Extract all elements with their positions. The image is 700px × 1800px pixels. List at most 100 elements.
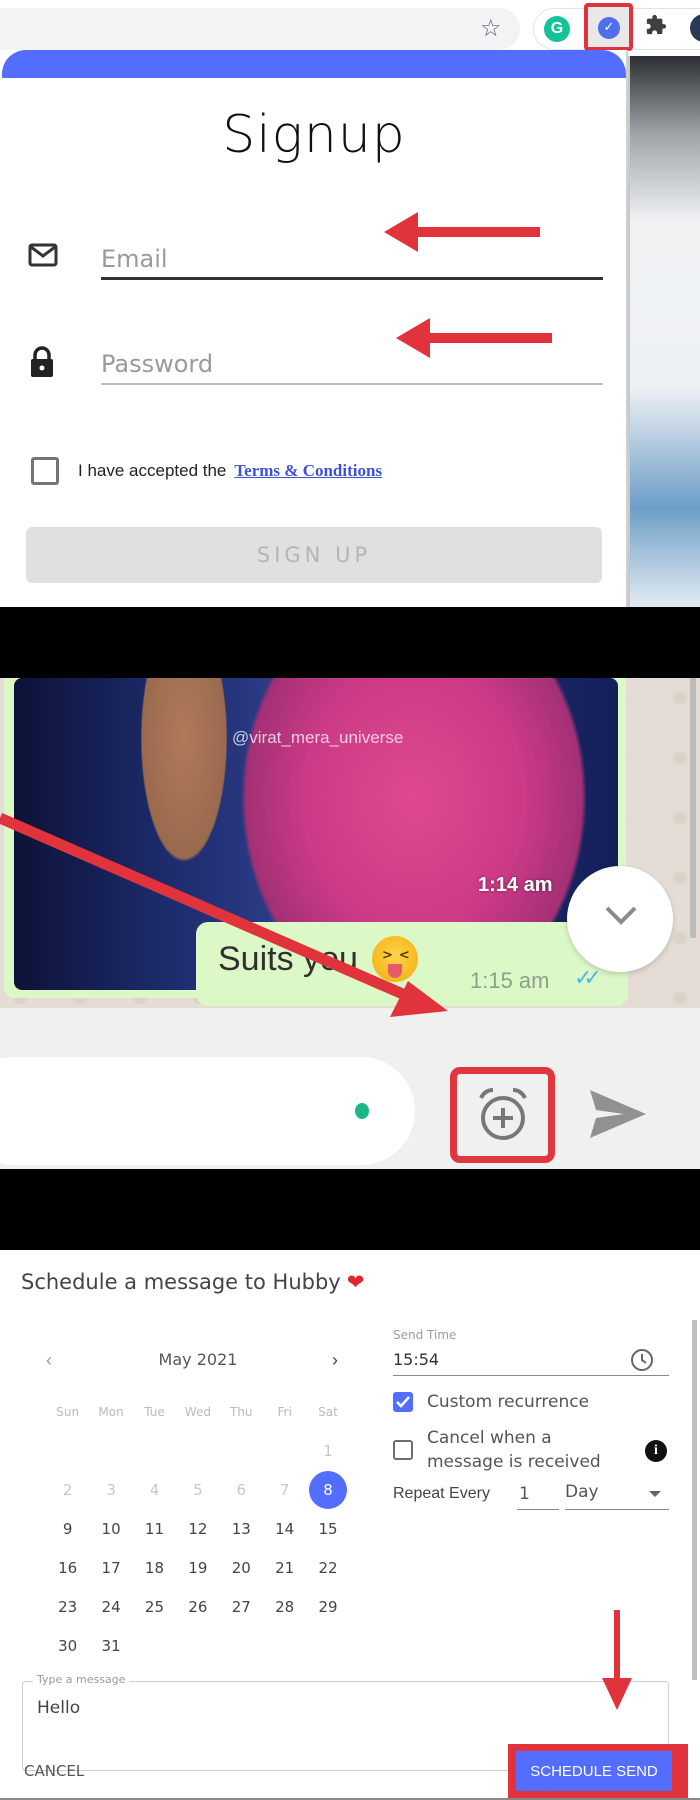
alarm-plus-icon xyxy=(479,1088,527,1140)
dialog-title-text: Schedule a message to Hubby xyxy=(21,1270,341,1294)
cancel-button[interactable]: CANCEL xyxy=(24,1762,84,1780)
read-ticks-icon: ✓✓ xyxy=(574,966,602,991)
calendar-day[interactable]: 22 xyxy=(306,1559,349,1577)
clock-icon[interactable] xyxy=(630,1348,654,1372)
send-time-field[interactable]: 15:54 xyxy=(393,1346,669,1376)
send-time-value[interactable]: 15:54 xyxy=(393,1350,439,1369)
cancel-on-reply-label: Cancel when a message is received xyxy=(427,1428,601,1472)
calendar-day[interactable]: 24 xyxy=(89,1598,132,1616)
repeat-unit-value: Day xyxy=(565,1482,599,1502)
signup-title: Signup xyxy=(222,105,406,165)
send-icon[interactable] xyxy=(588,1088,648,1140)
calendar-day: 7 xyxy=(279,1480,290,1499)
cancel-on-reply-checkbox[interactable] xyxy=(393,1440,413,1460)
scheduler-extension-icon[interactable]: ✓ xyxy=(598,17,620,39)
schedule-dialog: Schedule a message to Hubby ❤ ‹ May 2021 … xyxy=(0,1250,700,1800)
calendar-week-row: 23 24 25 26 27 28 29 xyxy=(46,1587,350,1626)
calendar-weekday: Thu xyxy=(229,1404,253,1419)
send-time-label: Send Time xyxy=(393,1328,457,1342)
calendar-day[interactable]: 21 xyxy=(263,1559,306,1577)
custom-recurrence-option[interactable]: Custom recurrence xyxy=(393,1390,589,1414)
calendar-day[interactable]: 27 xyxy=(220,1598,263,1616)
calendar-weekday: Sat xyxy=(318,1404,338,1419)
repeat-every-label: Repeat Every xyxy=(393,1485,490,1502)
info-icon[interactable]: i xyxy=(645,1440,667,1462)
browser-toolbar: ☆ G ✓ xyxy=(0,0,700,56)
terms-row: I have accepted the Terms & Conditions xyxy=(31,455,382,487)
terms-label: I have accepted the xyxy=(78,461,227,480)
terms-link[interactable]: Terms & Conditions xyxy=(234,461,382,481)
calendar-day[interactable]: 17 xyxy=(89,1559,132,1577)
schedule-send-button[interactable]: SCHEDULE SEND xyxy=(516,1751,672,1791)
chat-scrollbar[interactable] xyxy=(690,678,696,938)
message-textarea-label: Type a message xyxy=(33,1673,130,1686)
calendar-day[interactable]: 20 xyxy=(220,1559,263,1577)
calendar-day[interactable]: 19 xyxy=(176,1559,219,1577)
calendar-day: 5 xyxy=(193,1480,203,1499)
annotation-arrow-schedule xyxy=(0,812,448,1017)
calendar-week-row: 16 17 18 19 20 21 22 xyxy=(46,1548,350,1587)
annotation-arrow-password xyxy=(396,318,552,358)
signup-popup: Signup I have accepted the Terms & Condi… xyxy=(0,50,628,607)
popup-header-bar xyxy=(2,50,626,78)
grammarly-extension-icon[interactable]: G xyxy=(544,16,570,42)
bookmark-star-icon[interactable]: ☆ xyxy=(480,13,502,43)
calendar-day[interactable]: 28 xyxy=(263,1598,306,1616)
calendar-weekday-row: Sun Mon Tue Wed Thu Fri Sat xyxy=(46,1392,350,1431)
calendar-day: 2 xyxy=(62,1480,73,1499)
calendar-weekday: Sun xyxy=(56,1404,80,1419)
calendar-day[interactable]: 10 xyxy=(89,1520,132,1538)
calendar-week-row: 2 3 4 5 6 78 xyxy=(46,1470,350,1509)
calendar-week-row: 9 10 11 12 13 14 15 xyxy=(46,1509,350,1548)
calendar-day[interactable]: 16 xyxy=(46,1559,89,1577)
schedule-message-button[interactable] xyxy=(450,1067,555,1163)
status-dot xyxy=(355,1103,369,1119)
annotation-arrow-schedule-send xyxy=(602,1610,632,1710)
calendar-day[interactable]: 14 xyxy=(263,1520,306,1538)
photo-watermark: @virat_mera_universe xyxy=(232,728,404,747)
image-message-time: 1:14 am xyxy=(478,874,553,896)
calendar-day: 3 xyxy=(106,1480,116,1499)
browser-signup-panel: ☆ G ✓ Signup Email I have accepted the T… xyxy=(0,0,700,607)
address-bar[interactable] xyxy=(0,8,520,50)
message-input[interactable] xyxy=(37,1698,637,1718)
repeat-unit-select[interactable]: Day xyxy=(565,1478,669,1510)
lock-icon xyxy=(28,345,56,383)
calendar-day[interactable]: 30 xyxy=(46,1637,89,1655)
calendar-day[interactable]: 31 xyxy=(89,1637,132,1655)
calendar-day[interactable]: 29 xyxy=(306,1598,349,1616)
mail-icon xyxy=(28,242,58,272)
calendar-week-row: 30 31 xyxy=(46,1626,350,1665)
calendar-day[interactable]: 15 xyxy=(306,1520,349,1538)
calendar-day[interactable]: 13 xyxy=(220,1520,263,1538)
custom-recurrence-checkbox[interactable] xyxy=(393,1392,413,1412)
dialog-title: Schedule a message to Hubby ❤ xyxy=(21,1270,364,1294)
extensions-puzzle-icon[interactable] xyxy=(645,14,667,44)
scroll-down-button[interactable] xyxy=(567,866,673,972)
chevron-down-icon xyxy=(605,906,637,925)
calendar-day[interactable]: 18 xyxy=(133,1559,176,1577)
highlight-box: SCHEDULE SEND xyxy=(508,1744,688,1800)
message-compose-input[interactable] xyxy=(0,1057,415,1165)
calendar-weekday: Fri xyxy=(277,1404,292,1419)
calendar-next-month[interactable]: › xyxy=(332,1350,338,1371)
calendar-weekday: Wed xyxy=(184,1404,211,1419)
heart-icon: ❤ xyxy=(346,1270,365,1294)
calendar-day[interactable]: 23 xyxy=(46,1598,89,1616)
calendar-day: 4 xyxy=(149,1480,160,1499)
calendar-day[interactable]: 12 xyxy=(176,1520,219,1538)
dialog-scrollbar[interactable] xyxy=(692,1320,697,1680)
calendar-week-row: 1 xyxy=(46,1431,350,1470)
calendar-day-selected[interactable]: 8 xyxy=(306,1470,349,1509)
calendar-day[interactable]: 26 xyxy=(176,1598,219,1616)
repeat-interval-input[interactable] xyxy=(517,1478,559,1510)
background-page xyxy=(627,56,700,607)
terms-checkbox[interactable] xyxy=(31,457,59,485)
calendar-weekday: Tue xyxy=(144,1404,165,1419)
calendar-day[interactable]: 25 xyxy=(133,1598,176,1616)
signup-button[interactable]: SIGN UP xyxy=(26,527,602,583)
annotation-arrow-email xyxy=(384,212,540,252)
cancel-on-reply-option[interactable]: Cancel when a message is received xyxy=(393,1426,617,1474)
calendar-day[interactable]: 11 xyxy=(133,1520,176,1538)
calendar-day[interactable]: 9 xyxy=(46,1520,89,1538)
